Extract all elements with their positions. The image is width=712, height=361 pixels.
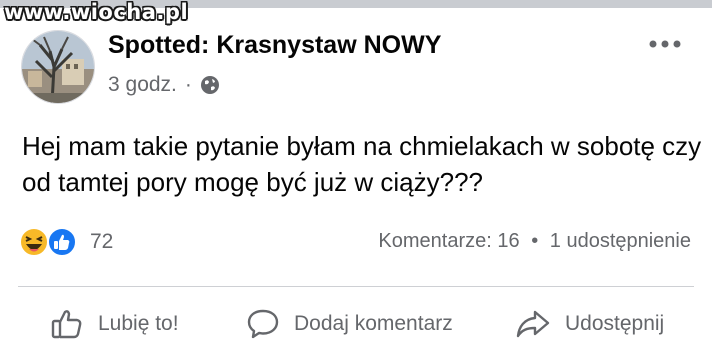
reaction-icons (19, 227, 77, 257)
page-avatar[interactable] (21, 30, 95, 104)
comments-count-link[interactable]: Komentarze: 16 (378, 230, 519, 252)
more-options-button[interactable] (648, 34, 682, 54)
engagement-stats: Komentarze: 16 • 1 udostępnienie (378, 230, 691, 253)
comment-bubble-icon (247, 309, 279, 339)
reaction-count: 72 (90, 230, 114, 253)
haha-emoji-icon (19, 227, 49, 257)
meta-dot: · (184, 73, 192, 96)
like-reaction-icon (47, 227, 77, 257)
post-text: Hej mam takie pytanie byłam na chmielaka… (22, 131, 702, 197)
thumbs-up-icon (51, 310, 82, 339)
stats-separator: • (531, 230, 539, 252)
like-button[interactable]: Lubię to! (50, 304, 179, 344)
post-time[interactable]: 3 godz. (108, 73, 177, 97)
share-button[interactable]: Udostępnij (515, 304, 664, 344)
watermark: www.wiocha.pl (4, 0, 189, 24)
comment-button[interactable]: Dodaj komentarz (246, 304, 453, 344)
reactions-summary[interactable]: 72 (18, 226, 113, 258)
post-meta: 3 godz. · (108, 73, 220, 97)
avatar-image (22, 31, 94, 103)
share-arrow-icon (516, 310, 550, 338)
more-dots-icon (649, 40, 681, 48)
shares-count-link[interactable]: 1 udostępnienie (550, 230, 691, 252)
comment-label: Dodaj komentarz (294, 312, 453, 335)
like-label: Lubię to! (98, 312, 179, 335)
page-name[interactable]: Spotted: Krasnystaw NOWY (108, 31, 441, 60)
share-label: Udostępnij (565, 312, 665, 335)
globe-icon (200, 76, 219, 94)
divider (18, 286, 694, 287)
